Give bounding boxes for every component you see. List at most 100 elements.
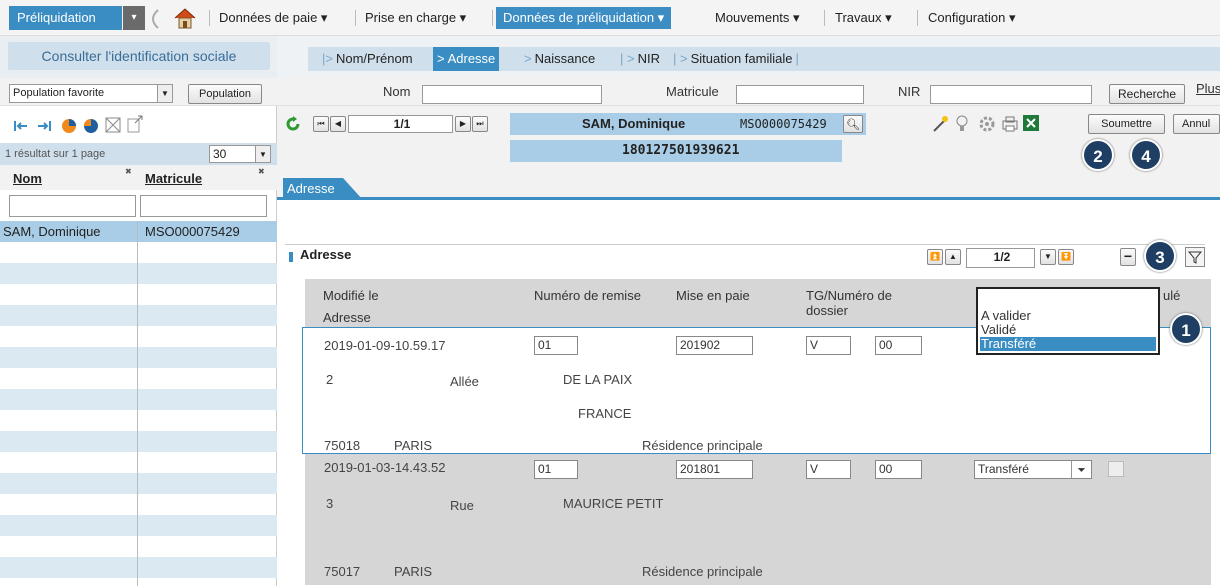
excel-icon[interactable] <box>1022 114 1040 132</box>
population-select[interactable]: Population favorite ▼ <box>9 84 173 103</box>
page-size-select[interactable]: 30 ▼ <box>209 145 271 163</box>
chart-blue-icon[interactable] <box>82 116 100 134</box>
last-record-button[interactable]: ⏭ <box>472 116 488 132</box>
menu-travaux[interactable]: Travaux ▾ <box>835 7 892 29</box>
person-name: SAM, Dominique <box>582 116 686 131</box>
next-record-button[interactable]: ▶ <box>455 116 471 132</box>
nir-input[interactable] <box>930 85 1092 104</box>
next-page-button[interactable]: ▼ <box>1040 249 1056 265</box>
status-option-a-valider[interactable]: A valider <box>980 309 1156 323</box>
export-icon[interactable] <box>126 114 144 134</box>
menu-configuration[interactable]: Configuration ▾ <box>928 7 1015 29</box>
dossier-input[interactable]: 00 <box>875 460 922 479</box>
header-modified: Modifié le <box>323 288 379 303</box>
menu-donnees-de-preliquidation[interactable]: Données de préliquidation ▾ <box>496 7 672 29</box>
status-option-valide[interactable]: Validé <box>980 323 1156 337</box>
chart-orange-icon[interactable] <box>60 116 78 134</box>
prev-page-button[interactable]: ▲ <box>945 249 961 265</box>
remise-input[interactable]: 01 <box>534 336 578 355</box>
column-header-nom[interactable]: Nom <box>13 171 42 186</box>
annule-checkbox[interactable] <box>1108 461 1124 477</box>
address-page-field[interactable]: 1/2 <box>966 248 1035 268</box>
status-select[interactable]: Transféré 🞃 <box>974 460 1092 479</box>
callout-badge-1: 1 <box>1170 313 1202 345</box>
person-nir: 180127501939621 <box>622 143 740 158</box>
first-record-button[interactable]: ⏮ <box>313 116 329 132</box>
record-page-field[interactable]: 1/1 <box>348 115 453 133</box>
print-icon[interactable] <box>1000 114 1020 134</box>
tg-input[interactable]: V <box>806 336 851 355</box>
tab-nom-prenom[interactable]: |> Nom/Prénom <box>322 47 413 71</box>
remise-input[interactable]: 01 <box>534 460 578 479</box>
bulb-icon[interactable] <box>955 114 969 134</box>
wand-icon[interactable] <box>930 114 950 134</box>
close-icon[interactable]: ✖ <box>125 167 132 176</box>
search-button[interactable]: Recherche <box>1109 84 1185 104</box>
address-type: Allée <box>450 374 479 389</box>
plus-link[interactable]: Plus <box>1196 81 1220 96</box>
filter-icon[interactable] <box>1185 247 1205 267</box>
address-number: 3 <box>326 496 334 511</box>
address-section-title: Adresse <box>300 247 352 262</box>
header-mise-en-paie: Mise en paie <box>676 288 750 303</box>
menu-label: Données de paie <box>219 10 318 25</box>
nom-input[interactable] <box>422 85 602 104</box>
menu-label: Données de préliquidation <box>503 10 655 25</box>
tab-adresse[interactable]: > Adresse <box>433 47 500 71</box>
mise-en-paie-input[interactable]: 201801 <box>676 460 753 479</box>
settings-icon[interactable] <box>977 114 997 134</box>
expand-all-icon[interactable] <box>104 116 122 134</box>
menu-prise-en-charge[interactable]: Prise en charge ▾ <box>365 7 466 29</box>
tab-situation-familiale[interactable]: | > Situation familiale | <box>673 47 802 71</box>
matricule-input[interactable] <box>736 85 864 104</box>
page-title: Consulter l'identification sociale <box>8 42 270 70</box>
callout-badge-4: 4 <box>1130 139 1162 171</box>
prev-record-button[interactable]: ◀ <box>330 116 346 132</box>
first-page-button[interactable]: ⏫ <box>927 249 943 265</box>
page-size-value: 30 <box>213 147 227 161</box>
header-remise: Numéro de remise <box>534 288 641 303</box>
section-marker <box>289 252 293 262</box>
address-city: PARIS <box>394 564 433 579</box>
app-menu-button[interactable]: Préliquidation <box>9 6 122 30</box>
tab-label: NIR <box>637 51 660 66</box>
submit-button[interactable]: Soumettre <box>1088 114 1165 134</box>
menu-label: Prise en charge <box>365 10 457 25</box>
menu-donnees-de-paie[interactable]: Données de paie ▾ <box>219 7 327 29</box>
tab-label: Situation familiale <box>690 51 793 66</box>
status-select-value: Transféré <box>978 462 1029 476</box>
population-select-value: Population favorite <box>13 87 105 99</box>
mise-en-paie-input[interactable]: 201902 <box>676 336 753 355</box>
filter-nom-input[interactable] <box>9 195 136 217</box>
tg-input[interactable]: V <box>806 460 851 479</box>
cancel-button[interactable]: Annul <box>1173 114 1220 134</box>
person-matricule: MSO000075429 <box>740 117 827 131</box>
search-icon[interactable]: 🔍︎ <box>843 115 863 133</box>
population-button[interactable]: Population <box>188 84 262 104</box>
address-residence: Résidence principale <box>642 564 763 579</box>
matricule-label: Matricule <box>666 84 719 99</box>
empty-row <box>0 431 277 452</box>
home-icon[interactable] <box>172 6 198 30</box>
result-matricule: MSO000075429 <box>145 224 240 239</box>
section-tab-bar <box>277 170 1220 200</box>
menu-mouvements[interactable]: Mouvements ▾ <box>715 7 800 29</box>
address-residence: Résidence principale <box>642 438 763 453</box>
address-country: FRANCE <box>578 406 632 421</box>
collapse-section-button[interactable]: − <box>1120 248 1136 266</box>
collapse-left-icon[interactable] <box>13 119 29 133</box>
empty-row <box>0 263 277 284</box>
menu-label: Travaux <box>835 10 882 25</box>
refresh-icon[interactable] <box>285 116 301 132</box>
tab-naissance[interactable]: > Naissance <box>524 47 595 71</box>
last-page-button[interactable]: ⏬ <box>1058 249 1074 265</box>
close-icon[interactable]: ✖ <box>258 167 265 176</box>
dossier-input[interactable]: 00 <box>875 336 922 355</box>
column-header-matricule[interactable]: Matricule <box>145 171 202 186</box>
address-type: Rue <box>450 498 474 513</box>
expand-right-icon[interactable] <box>36 119 52 133</box>
tab-nir[interactable]: | > NIR <box>620 47 660 71</box>
status-option-transfere[interactable]: Transféré <box>980 337 1156 351</box>
app-menu-dropdown-icon[interactable]: ▾ <box>123 6 145 30</box>
filter-matricule-input[interactable] <box>140 195 267 217</box>
